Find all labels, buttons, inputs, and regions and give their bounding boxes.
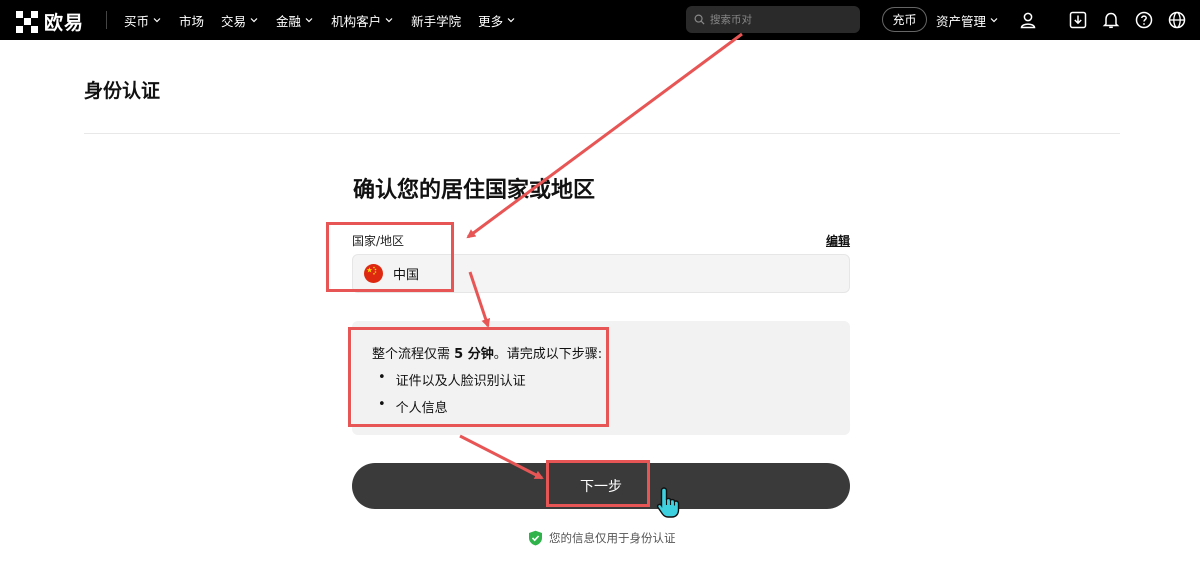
next-step-button[interactable]: 下一步 bbox=[352, 463, 850, 509]
annotation-arrow bbox=[466, 32, 743, 239]
main-nav: 买币 市场 交易 金融 机构客户 新手学院 更多 bbox=[124, 0, 533, 40]
logo-icon bbox=[16, 10, 38, 33]
bullet: • bbox=[378, 370, 386, 385]
step-item: • 证件以及人脸识别认证 bbox=[378, 370, 526, 389]
nav-item-buy-crypto[interactable]: 买币 bbox=[124, 11, 162, 30]
chevron-down-icon bbox=[305, 18, 313, 23]
nav-item-more[interactable]: 更多 bbox=[478, 11, 516, 30]
logo[interactable]: 欧易 bbox=[16, 8, 84, 35]
process-info-box: 整个流程仅需 5 分钟。请完成以下步骤: • 证件以及人脸识别认证 • 个人信息 bbox=[352, 321, 850, 435]
country-field-label: 国家/地区 bbox=[352, 234, 405, 248]
help-icon[interactable] bbox=[1134, 10, 1154, 30]
search-bar[interactable] bbox=[686, 6, 860, 33]
chevron-down-icon bbox=[507, 18, 515, 23]
user-icon[interactable] bbox=[1018, 10, 1038, 30]
country-value: 中国 bbox=[393, 268, 420, 283]
search-input[interactable] bbox=[710, 13, 850, 26]
nav-item-market[interactable]: 市场 bbox=[179, 11, 204, 30]
deposit-button[interactable]: 充币 bbox=[882, 7, 927, 32]
logo-text: 欧易 bbox=[44, 12, 85, 34]
logo-divider bbox=[106, 11, 107, 29]
assets-menu[interactable]: 资产管理 bbox=[936, 0, 999, 40]
step-item: • 个人信息 bbox=[378, 397, 448, 416]
globe-icon[interactable] bbox=[1167, 10, 1187, 30]
country-field[interactable]: 中国 bbox=[352, 254, 850, 293]
chevron-down-icon bbox=[250, 18, 258, 23]
bullet: • bbox=[378, 397, 386, 412]
edit-country-link[interactable]: 编辑 bbox=[826, 232, 850, 249]
main-heading: 确认您的居住国家或地区 bbox=[353, 178, 596, 203]
chevron-down-icon bbox=[153, 18, 161, 23]
nav-item-academy[interactable]: 新手学院 bbox=[411, 11, 461, 30]
shield-check-icon bbox=[529, 530, 542, 546]
nav-item-finance[interactable]: 金融 bbox=[276, 11, 314, 30]
bell-icon[interactable] bbox=[1101, 10, 1121, 30]
search-icon bbox=[694, 14, 705, 25]
nav-item-trade[interactable]: 交易 bbox=[221, 11, 259, 30]
china-flag-icon bbox=[364, 264, 383, 283]
chevron-down-icon bbox=[990, 18, 998, 23]
section-divider bbox=[84, 133, 1120, 134]
hand-cursor-icon bbox=[656, 487, 680, 518]
process-summary: 整个流程仅需 5 分钟。请完成以下步骤: bbox=[372, 347, 603, 362]
chevron-down-icon bbox=[385, 18, 393, 23]
download-icon[interactable] bbox=[1068, 10, 1088, 30]
page-title: 身份认证 bbox=[84, 80, 161, 102]
privacy-note: 您的信息仅用于身份认证 bbox=[528, 530, 676, 546]
top-navigation-bar: 欧易 买币 市场 交易 金融 机构客户 新手学院 更多 搜索币对 充币 资产管理 bbox=[0, 0, 1200, 40]
nav-item-institutional[interactable]: 机构客户 bbox=[331, 11, 394, 30]
